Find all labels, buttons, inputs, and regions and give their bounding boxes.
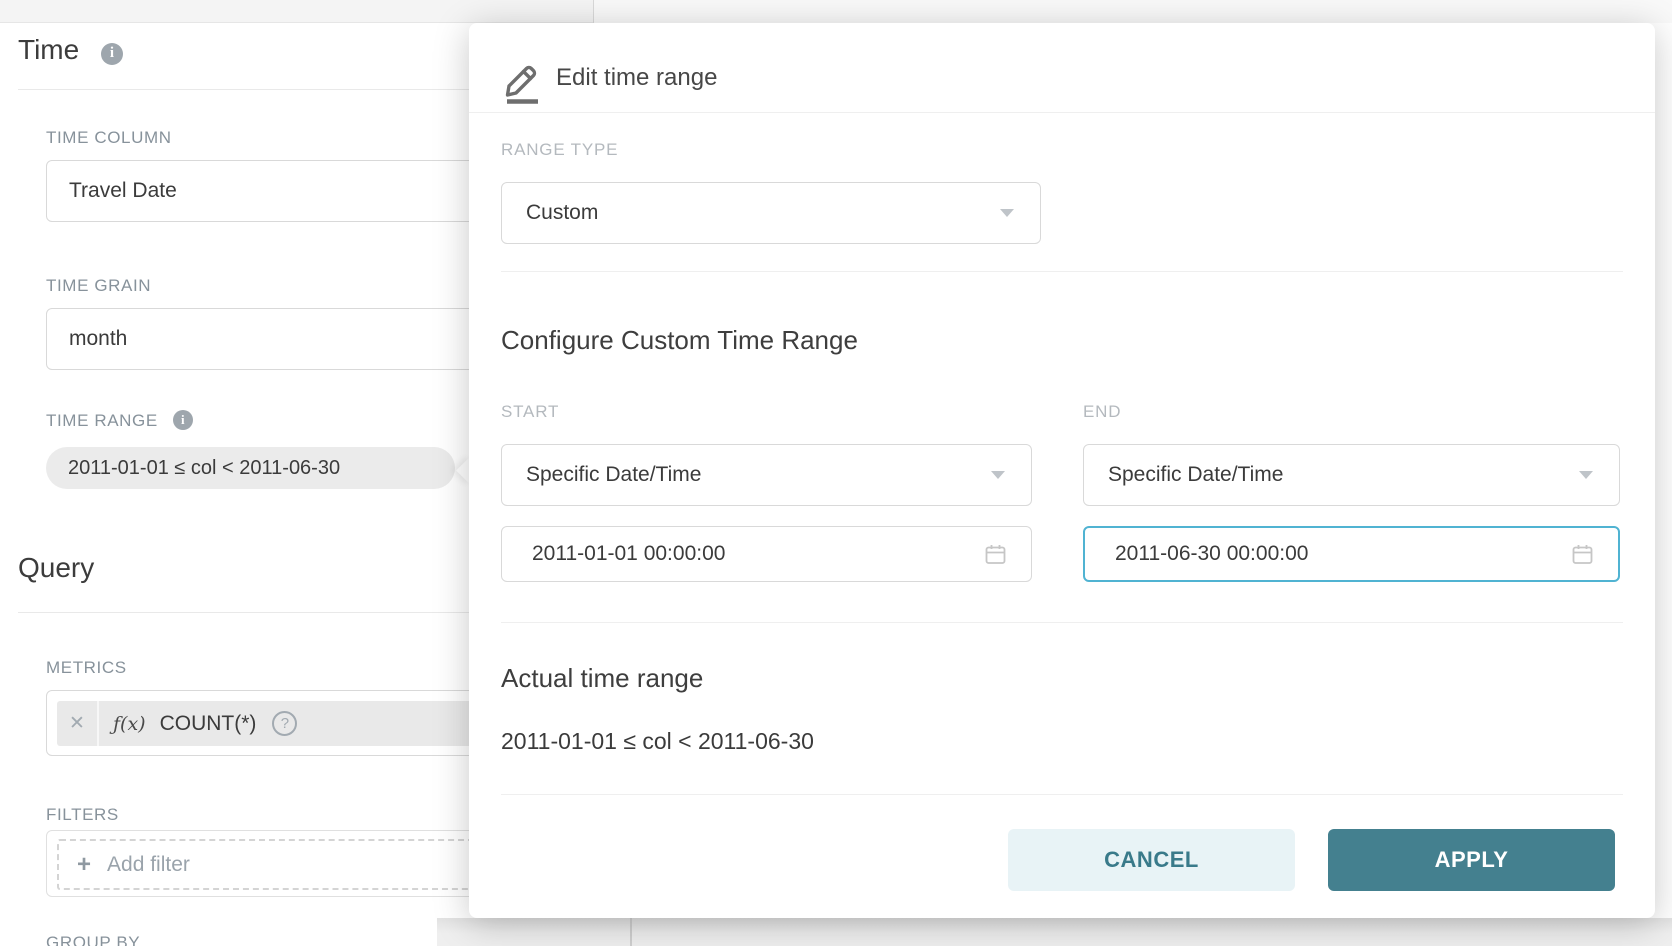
metric-help-icon[interactable]: ? [272,711,297,736]
configure-heading: Configure Custom Time Range [501,325,858,356]
actual-range-heading: Actual time range [501,663,703,694]
apply-button[interactable]: APPLY [1328,829,1615,891]
metrics-container: ✕ ƒ(x) COUNT(*) ? [46,690,526,756]
footer-divider [501,794,1623,795]
page-top-strip-right [594,0,1672,23]
page-bottom-strip [437,918,1672,946]
query-section-divider [18,612,469,613]
chevron-down-icon [991,471,1005,479]
explore-page: Time i TIME COLUMN Travel Date TIME GRAI… [0,0,1672,946]
plus-icon: + [77,851,91,879]
calendar-icon[interactable] [1571,543,1594,566]
time-range-pill-value: 2011-01-01 ≤ col < 2011-06-30 [68,457,340,480]
popover-title: Edit time range [556,64,717,92]
query-section-title: Query [18,552,94,584]
time-grain-value: month [69,327,127,351]
time-range-info-icon[interactable]: i [173,410,193,430]
time-grain-select[interactable]: month [46,308,526,370]
end-label: END [1083,402,1121,422]
range-type-label: RANGE TYPE [501,140,618,160]
time-column-select[interactable]: Travel Date [46,160,526,222]
cancel-button[interactable]: CANCEL [1008,829,1295,891]
time-section-title: Time i [18,34,123,66]
time-range-label-text: TIME RANGE [46,411,158,430]
calendar-icon[interactable] [984,543,1007,566]
time-column-label: TIME COLUMN [46,128,172,148]
filters-label: FILTERS [46,805,119,825]
edit-time-range-popover: Edit time range RANGE TYPE Custom Config… [469,23,1655,918]
end-type-value: Specific Date/Time [1108,463,1283,487]
metrics-label: METRICS [46,658,127,678]
time-info-icon[interactable]: i [101,43,123,65]
fx-icon: ƒ(x) [113,713,146,735]
end-datetime-input[interactable]: 2011-06-30 00:00:00 [1083,526,1620,582]
start-datetime-input[interactable]: 2011-01-01 00:00:00 [501,526,1032,582]
metric-remove-icon[interactable]: ✕ [57,701,99,746]
metric-name: COUNT(*) [160,712,257,736]
chevron-down-icon [1000,209,1014,217]
add-filter-button[interactable]: + Add filter [57,839,515,890]
range-type-select[interactable]: Custom [501,182,1041,244]
start-type-value: Specific Date/Time [526,463,701,487]
metric-chip[interactable]: ✕ ƒ(x) COUNT(*) ? [57,701,515,746]
range-type-value: Custom [526,201,598,225]
panel-splitter-top [593,0,594,23]
time-section-divider [18,89,469,90]
end-datetime-value: 2011-06-30 00:00:00 [1115,542,1308,566]
start-type-select[interactable]: Specific Date/Time [501,444,1032,506]
edit-pencil-icon [502,58,544,106]
time-range-label: TIME RANGE i [46,410,193,431]
range-type-divider [501,271,1623,272]
time-grain-label: TIME GRAIN [46,276,151,296]
time-column-value: Travel Date [69,179,177,203]
popover-header-divider [469,112,1655,113]
add-filter-label: Add filter [107,853,190,877]
end-type-select[interactable]: Specific Date/Time [1083,444,1620,506]
configure-divider [501,622,1623,623]
filters-container: + Add filter [46,830,526,897]
actual-range-value: 2011-01-01 ≤ col < 2011-06-30 [501,728,814,755]
group-by-label: GROUP BY [46,933,140,946]
chevron-down-icon [1579,471,1593,479]
time-range-pill[interactable]: 2011-01-01 ≤ col < 2011-06-30 [46,447,455,489]
time-section-title-text: Time [18,34,79,65]
panel-splitter-bottom [630,918,632,946]
start-label: START [501,402,559,422]
start-datetime-value: 2011-01-01 00:00:00 [532,542,725,566]
